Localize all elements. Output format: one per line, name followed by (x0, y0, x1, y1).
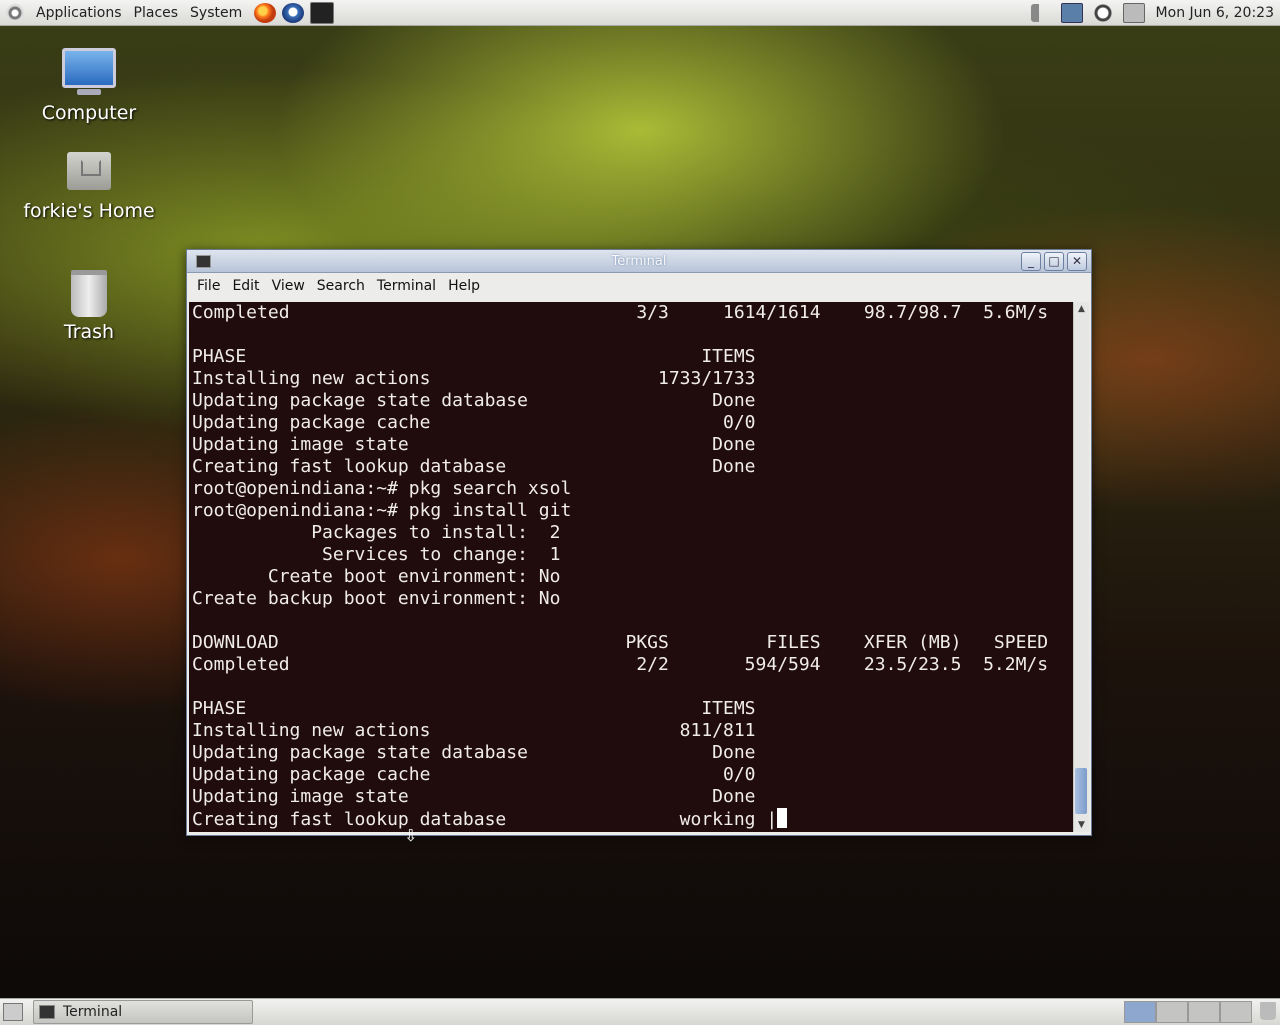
terminal-line: Updating package cache 0/0 (192, 412, 756, 433)
terminal-launcher-icon[interactable] (310, 1, 335, 24)
menu-search[interactable]: Search (311, 278, 371, 294)
mouse-cursor-icon: ⇩ (404, 826, 418, 845)
terminal-line: Updating image state Done (192, 786, 756, 807)
menu-file[interactable]: File (191, 278, 226, 294)
terminal-line: Creating fast lookup database working | (192, 809, 778, 830)
terminal-output[interactable]: Completed 3/3 1614/1614 98.7/98.7 5.6M/s… (189, 302, 1073, 832)
menu-help[interactable]: Help (442, 278, 486, 294)
taskbar-item-label: Terminal (63, 1004, 123, 1020)
network-icon[interactable] (1060, 2, 1083, 23)
terminal-line: Create backup boot environment: No (192, 588, 561, 609)
firefox-launcher-icon[interactable] (254, 2, 277, 23)
menu-system[interactable]: System (184, 5, 248, 21)
terminal-line: Updating package cache 0/0 (192, 764, 756, 785)
menu-bar: File Edit View Search Terminal Help (187, 273, 1091, 299)
terminal-line: root@openindiana:~# pkg install git (192, 500, 572, 521)
desktop-icon-label: Computer (41, 102, 137, 124)
terminal-line: Create boot environment: No (192, 566, 561, 587)
terminal-line: Creating fast lookup database Done (192, 456, 756, 477)
scrollbar-thumb[interactable] (1075, 768, 1087, 814)
terminal-line: root@openindiana:~# pkg search xsol (192, 478, 572, 499)
desktop-icon-home[interactable]: forkie's Home (14, 152, 164, 222)
terminal-line: Installing new actions 811/811 (192, 720, 756, 741)
desktop-icon-computer[interactable]: Computer (14, 48, 164, 124)
terminal-line: Updating package state database Done (192, 742, 756, 763)
terminal-line: Completed 2/2 594/594 23.5/23.5 5.2M/s (192, 654, 1049, 675)
window-title: Terminal (611, 253, 667, 269)
terminal-line: Installing new actions 1733/1733 (192, 368, 756, 389)
system-tray: Mon Jun 6, 20:23 (1026, 0, 1280, 25)
workspace-1[interactable] (1124, 1001, 1156, 1023)
bottom-panel: Terminal (0, 998, 1280, 1025)
terminal-line: PHASE ITEMS (192, 698, 756, 719)
terminal-line: Packages to install: 2 (192, 522, 561, 543)
close-button[interactable]: ✕ (1067, 252, 1087, 271)
desktop-icon-label: Trash (63, 321, 115, 343)
terminal-icon (39, 1005, 55, 1019)
time-slider-icon[interactable] (1092, 3, 1113, 22)
window-controls: _ □ ✕ (1018, 252, 1087, 271)
clock[interactable]: Mon Jun 6, 20:23 (1156, 5, 1274, 21)
terminal-line: Completed 3/3 1614/1614 98.7/98.7 5.6M/s (192, 302, 1049, 323)
terminal-line: Updating package state database Done (192, 390, 756, 411)
thunderbird-launcher-icon[interactable] (282, 2, 305, 23)
terminal-line: PHASE ITEMS (192, 346, 756, 367)
trash-applet-icon[interactable] (1260, 1002, 1276, 1020)
scroll-up-arrow-icon[interactable]: ▲ (1074, 302, 1089, 316)
top-panel: Applications Places System Mon Jun 6, 20… (0, 0, 1280, 26)
workspace-4[interactable] (1220, 1001, 1252, 1023)
volume-icon[interactable] (1030, 3, 1051, 22)
main-menu-logo-icon[interactable] (6, 3, 24, 22)
home-folder-icon (67, 152, 111, 190)
terminal-line: DOWNLOAD PKGS FILES XFER (MB) SPEED (192, 632, 1049, 653)
minimize-button[interactable]: _ (1021, 252, 1041, 271)
menu-applications[interactable]: Applications (30, 5, 128, 21)
scrollbar[interactable]: ▲ ▼ (1073, 302, 1089, 832)
trash-icon (71, 270, 107, 317)
menu-places[interactable]: Places (128, 5, 185, 21)
terminal-line: Services to change: 1 (192, 544, 561, 565)
menu-view[interactable]: View (266, 278, 311, 294)
workspace-switcher (1124, 1001, 1252, 1023)
workspace-3[interactable] (1188, 1001, 1220, 1023)
terminal-window: Terminal _ □ ✕ File Edit View Search Ter… (186, 249, 1092, 836)
terminal-icon[interactable] (196, 254, 211, 268)
display-icon[interactable] (1122, 2, 1145, 23)
text-cursor (777, 808, 788, 828)
terminal-line: Updating image state Done (192, 434, 756, 455)
desktop-icon-trash[interactable]: Trash (14, 270, 164, 343)
computer-icon (62, 48, 116, 95)
scroll-down-arrow-icon[interactable]: ▼ (1074, 818, 1089, 832)
menu-edit[interactable]: Edit (226, 278, 265, 294)
show-desktop-icon[interactable] (3, 1003, 23, 1021)
workspace-2[interactable] (1156, 1001, 1188, 1023)
title-bar[interactable]: Terminal _ □ ✕ (187, 250, 1091, 273)
taskbar-item-terminal[interactable]: Terminal (33, 1000, 253, 1024)
desktop-icon-label: forkie's Home (23, 200, 155, 222)
terminal-text: Completed 3/3 1614/1614 98.7/98.7 5.6M/s… (189, 302, 1073, 831)
maximize-button[interactable]: □ (1044, 252, 1064, 271)
menu-terminal[interactable]: Terminal (371, 278, 442, 294)
